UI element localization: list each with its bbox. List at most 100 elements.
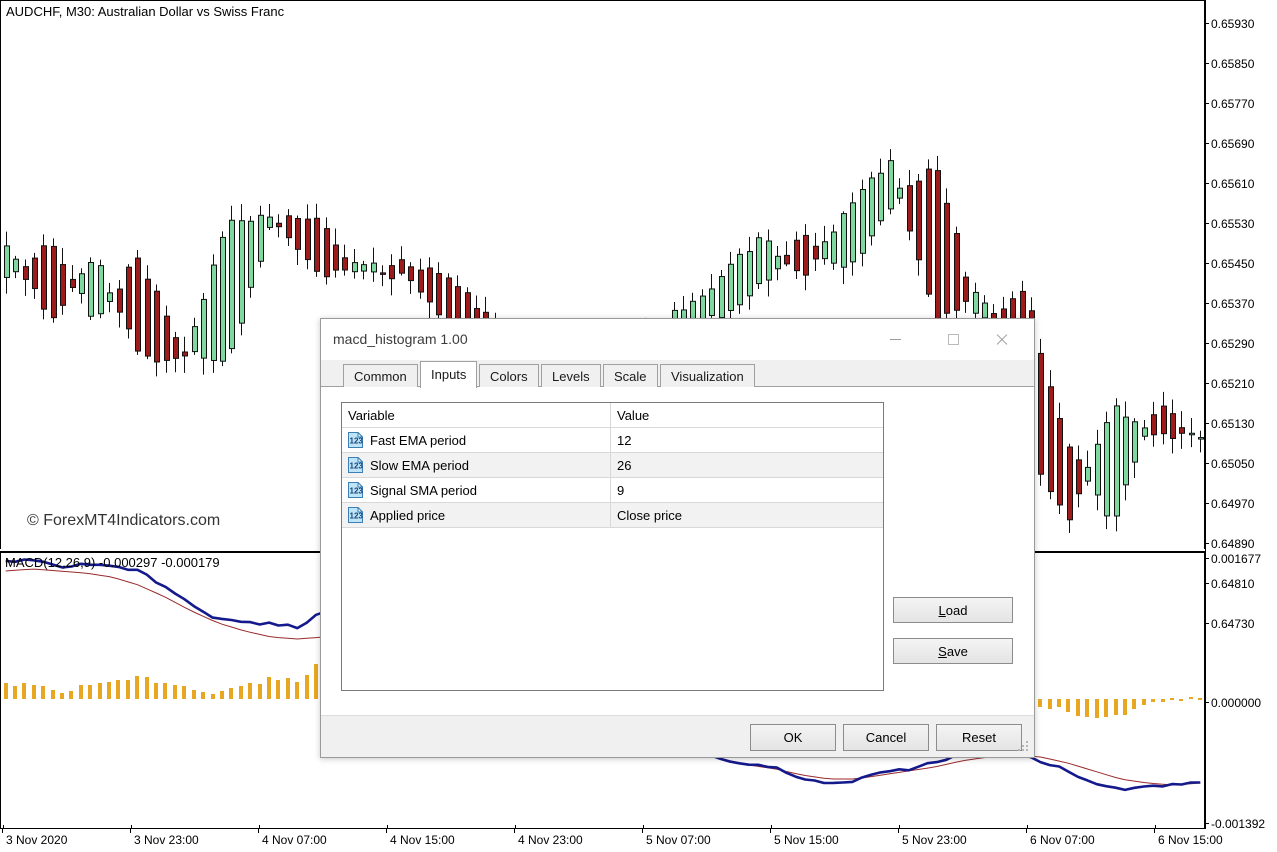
grid-variable-label: Signal SMA period [370,483,477,498]
number-type-icon: 123 [348,432,363,448]
dialog-title-bar[interactable]: macd_histogram 1.00 [321,319,1034,360]
price-axis-tick: 0.65370 [1206,298,1254,310]
price-axis-tick: 0.64810 [1206,578,1254,590]
price-axis-tick: 0.65290 [1206,338,1254,350]
grid-cell-variable: 123 Slow EMA period [342,453,611,477]
grid-cell-value[interactable]: Close price [611,503,883,527]
column-header-value: Value [611,403,883,427]
grid-row[interactable]: 123 Slow EMA period 26 [342,453,883,478]
time-axis-tick: 4 Nov 15:00 [390,833,455,847]
price-axis-tick: 0.65210 [1206,378,1254,390]
cancel-button[interactable]: Cancel [843,724,929,751]
column-header-variable: Variable [342,403,611,427]
time-axis-tick: 4 Nov 07:00 [262,833,327,847]
number-type-icon: 123 [348,482,363,498]
maximize-icon [948,334,959,345]
time-axis-mark [642,829,643,833]
save-button[interactable]: Save [893,638,1013,664]
grid-variable-label: Fast EMA period [370,433,466,448]
price-axis-tick: 0.64970 [1206,498,1254,510]
svg-text:123: 123 [350,437,364,446]
load-button-label: Load [939,603,968,618]
time-axis-tick: 3 Nov 23:00 [134,833,199,847]
time-axis-mark [514,829,515,833]
price-axis-tick: 0.65130 [1206,418,1254,430]
svg-text:123: 123 [350,462,364,471]
time-axis-mark [1154,829,1155,833]
grid-row[interactable]: 123 Applied price Close price [342,503,883,528]
grid-row[interactable]: 123 Signal SMA period 9 [342,478,883,503]
time-axis-tick: 5 Nov 15:00 [774,833,839,847]
macd-axis-tick: 0.001677 [1206,553,1261,565]
grid-cell-value[interactable]: 9 [611,478,883,502]
tab-strip: CommonInputsColorsLevelsScaleVisualizati… [321,360,1034,387]
time-axis-tick: 5 Nov 07:00 [646,833,711,847]
time-axis-mark [2,829,3,833]
time-axis-tick: 6 Nov 07:00 [1030,833,1095,847]
grid-variable-label: Slow EMA period [370,458,469,473]
time-axis-tick: 6 Nov 15:00 [1158,833,1223,847]
time-axis-mark [386,829,387,833]
time-axis-mark [1026,829,1027,833]
time-axis-tick: 4 Nov 23:00 [518,833,583,847]
indicator-properties-dialog: macd_histogram 1.00 CommonInputsColorsLe… [320,318,1035,758]
time-axis-mark [258,829,259,833]
close-button[interactable] [978,319,1024,359]
price-axis-tick: 0.65690 [1206,138,1254,150]
price-axis[interactable]: 0.65930 0.65850 0.65770 0.65690 0.65610 0.655… [1205,0,1277,829]
load-button[interactable]: Load [893,597,1013,623]
price-axis-tick: 0.65050 [1206,458,1254,470]
time-axis-tick: 3 Nov 2020 [6,833,67,847]
grid-rows: 123 Fast EMA period 12 123 Slow EMA period 26… [342,428,883,528]
price-axis-tick: 0.65930 [1206,18,1254,30]
number-type-icon: 123 [348,507,363,523]
ok-button-label: OK [784,730,803,745]
maximize-button[interactable] [930,319,976,359]
minimize-icon [890,339,901,340]
time-axis-tick: 5 Nov 23:00 [902,833,967,847]
time-axis-mark [130,829,131,833]
grid-header-row: Variable Value [342,403,883,428]
tab-scale[interactable]: Scale [603,364,658,387]
time-axis-mark [898,829,899,833]
price-axis-tick: 0.65610 [1206,178,1254,190]
price-axis-tick: 0.64730 [1206,618,1254,630]
minimize-button[interactable] [872,319,918,359]
svg-text:123: 123 [350,487,364,496]
svg-text:123: 123 [350,512,364,521]
grid-cell-value[interactable]: 26 [611,453,883,477]
grid-row[interactable]: 123 Fast EMA period 12 [342,428,883,453]
resize-grip[interactable] [1018,741,1031,754]
inputs-grid[interactable]: Variable Value 123 Fast EMA period 12 123 Sl… [341,402,884,691]
price-axis-tick: 0.65770 [1206,98,1254,110]
macd-readout-label: MACD(12,26,9) -0.000297 -0.000179 [5,555,220,570]
tab-colors[interactable]: Colors [479,364,539,387]
dialog-title: macd_histogram 1.00 [333,331,468,347]
symbol-label: AUDCHF, M30: Australian Dollar vs Swiss … [6,4,284,19]
macd-axis-tick: -0.001392 [1206,818,1265,830]
cancel-button-label: Cancel [866,730,906,745]
tab-levels[interactable]: Levels [541,364,601,387]
time-axis[interactable]: 3 Nov 2020 3 Nov 23:00 4 Nov 07:00 4 Nov 15… [0,829,1205,852]
tab-visualization[interactable]: Visualization [660,364,755,387]
close-icon [995,333,1008,346]
dialog-footer: OK Cancel Reset [321,715,1034,757]
grid-cell-value[interactable]: 12 [611,428,883,452]
price-axis-tick: 0.65850 [1206,58,1254,70]
time-axis-mark [770,829,771,833]
reset-button[interactable]: Reset [936,724,1022,751]
price-axis-tick: 0.65530 [1206,218,1254,230]
reset-button-label: Reset [962,730,996,745]
chart-watermark: © ForexMT4Indicators.com [27,512,220,530]
grid-cell-variable: 123 Fast EMA period [342,428,611,452]
ok-button[interactable]: OK [750,724,836,751]
inputs-panel: Variable Value 123 Fast EMA period 12 123 Sl… [321,387,1034,715]
tab-inputs[interactable]: Inputs [420,361,477,388]
grid-variable-label: Applied price [370,508,445,523]
number-type-icon: 123 [348,457,363,473]
grid-cell-variable: 123 Applied price [342,503,611,527]
macd-axis-tick: 0.000000 [1206,697,1261,709]
tab-common[interactable]: Common [343,364,418,387]
dialog-body: CommonInputsColorsLevelsScaleVisualizati… [321,360,1034,715]
grid-cell-variable: 123 Signal SMA period [342,478,611,502]
